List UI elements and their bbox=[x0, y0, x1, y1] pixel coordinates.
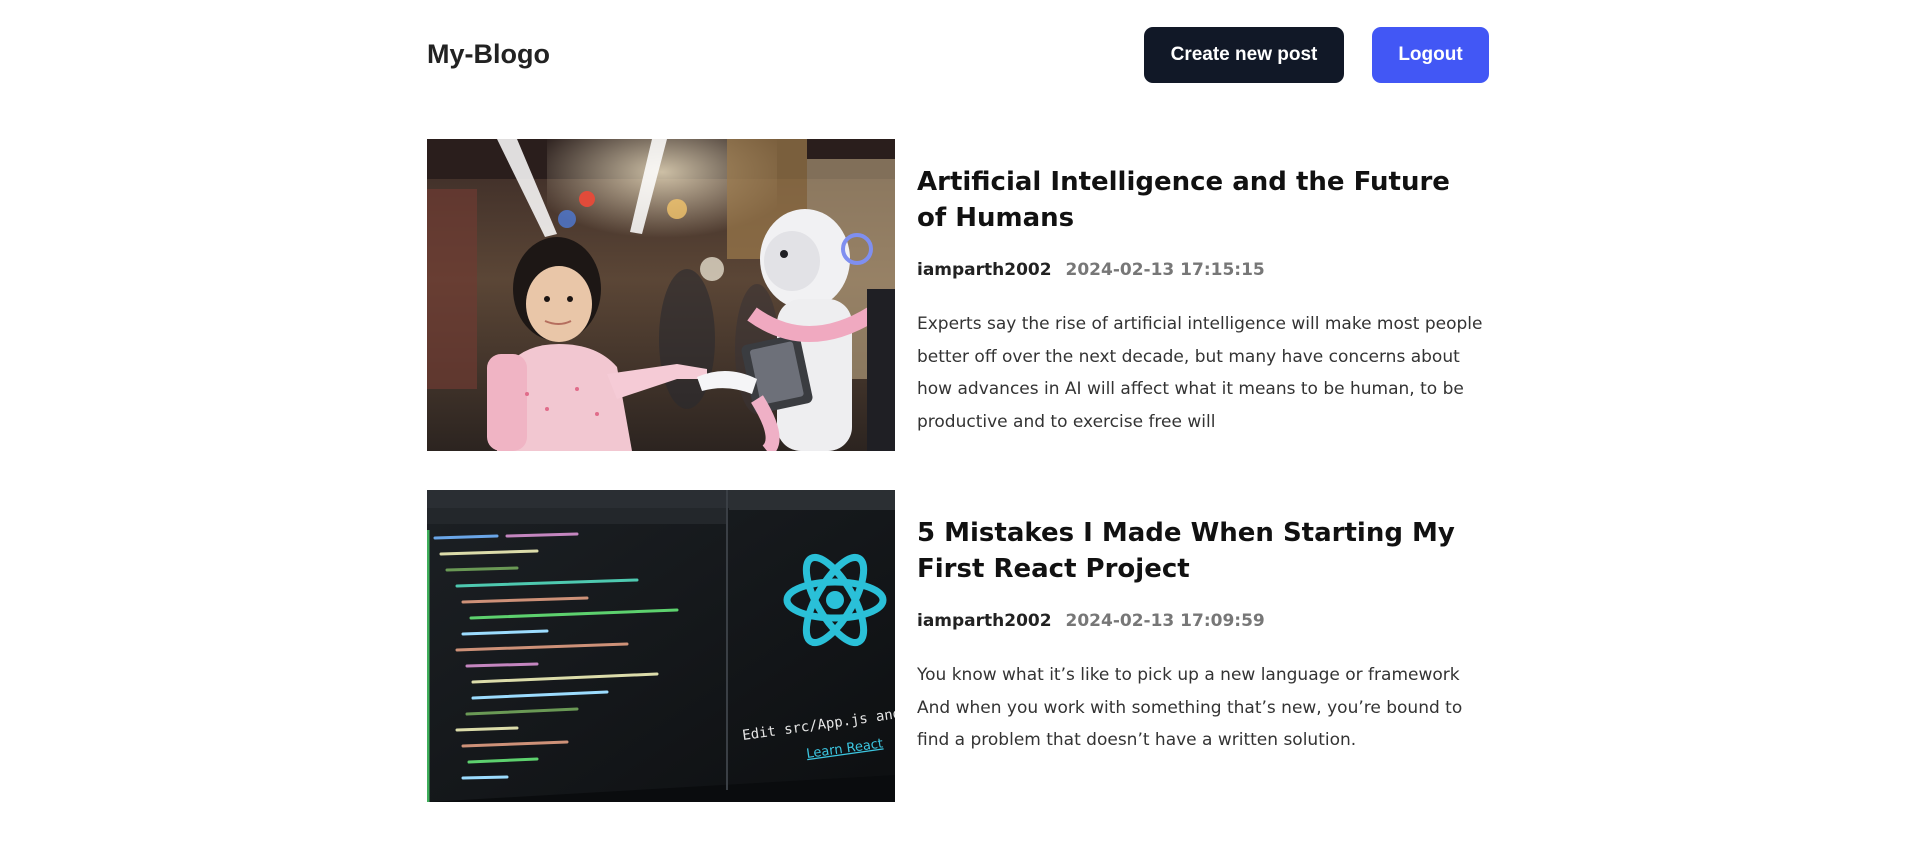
post-author[interactable]: iamparth2002 bbox=[917, 260, 1052, 280]
logout-button[interactable]: Logout bbox=[1372, 27, 1489, 83]
post-excerpt: You know what it’s like to pick up a new… bbox=[917, 665, 1463, 750]
react-code-editor-photo: Edit src/App.js and save to reload. Lear… bbox=[427, 490, 895, 802]
post-excerpt: Experts say the rise of artificial intel… bbox=[917, 314, 1483, 432]
post-title[interactable]: Artificial Intelligence and the Future o… bbox=[917, 164, 1477, 236]
post-author[interactable]: iamparth2002 bbox=[917, 611, 1052, 631]
post-title[interactable]: 5 Mistakes I Made When Starting My First… bbox=[917, 515, 1477, 587]
post-meta: iamparth2002 2024-02-13 17:09:59 bbox=[917, 609, 1489, 633]
post-content: Artificial Intelligence and the Future o… bbox=[917, 139, 1489, 438]
post-content: 5 Mistakes I Made When Starting My First… bbox=[917, 490, 1489, 757]
post-date: 2024-02-13 17:15:15 bbox=[1065, 260, 1265, 280]
child-and-robot-photo bbox=[427, 139, 895, 451]
post-image[interactable]: Edit src/App.js and save to reload. Lear… bbox=[427, 490, 895, 802]
blog-home-page: My-Blogo Create new post Logout Artifici… bbox=[0, 0, 1909, 858]
create-post-button[interactable]: Create new post bbox=[1144, 27, 1344, 83]
post-card[interactable]: Artificial Intelligence and the Future o… bbox=[427, 139, 1489, 451]
post-image[interactable] bbox=[427, 139, 895, 451]
post-date: 2024-02-13 17:09:59 bbox=[1065, 611, 1265, 631]
post-meta: iamparth2002 2024-02-13 17:15:15 bbox=[917, 258, 1489, 282]
site-header: My-Blogo Create new post Logout bbox=[427, 27, 1489, 83]
post-card[interactable]: Edit src/App.js and save to reload. Lear… bbox=[427, 490, 1489, 802]
site-logo[interactable]: My-Blogo bbox=[427, 39, 550, 70]
